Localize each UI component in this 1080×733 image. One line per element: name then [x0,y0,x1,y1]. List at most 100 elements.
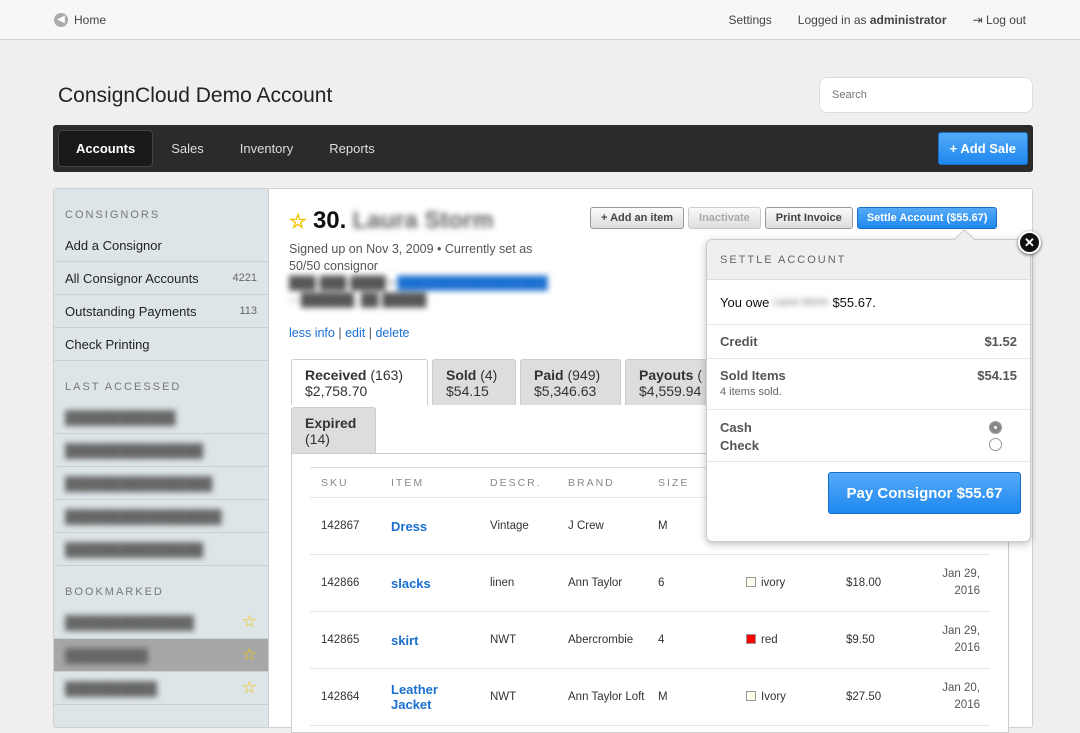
tab-received[interactable]: Received (163) $2,758.70 [291,359,428,405]
recent-account[interactable]: ███████████████ [54,533,268,566]
tab-inventory[interactable]: Inventory [222,130,311,167]
sidebar-item-outstanding[interactable]: Outstanding Payments 113 [54,295,268,328]
bookmark-item[interactable]: ██████████████ ☆ [54,606,268,639]
back-arrow-icon: ◀ [54,12,68,27]
delete-link[interactable]: delete [375,326,409,340]
recent-account[interactable]: █████████████████ [54,500,268,533]
star-icon[interactable]: ☆ [242,612,257,632]
size: M [647,668,735,726]
sidebar: CONSIGNORS Add a Consignor All Consignor… [54,189,269,727]
you-owe-label: You owe [720,294,770,310]
descr: NWT [479,611,557,669]
sku: 142866 [310,554,380,612]
col-descr[interactable]: DESCR. [479,467,557,498]
add-sale-button[interactable]: + Add Sale [937,132,1028,165]
item-link[interactable]: skirt [380,611,479,669]
inactivate-button[interactable]: Inactivate [688,207,761,229]
tab-label: Expired [305,415,357,431]
print-invoice-button[interactable]: Print Invoice [764,207,853,229]
blurred-name: ███████████████ [65,541,204,557]
tab-count: (949) [567,367,601,383]
less-info-link[interactable]: less info [289,326,335,340]
recent-account[interactable]: ███████████████ [54,434,268,467]
blurred-name: ██████████████ [65,614,194,630]
tab-sales[interactable]: Sales [153,130,222,167]
blurred-name: ████████████ [65,409,176,425]
color-label: Ivory [761,691,786,703]
settings-link[interactable]: Settings [728,13,771,27]
color: Ivory [735,668,835,726]
username: administrator [869,12,947,27]
color: red [735,611,835,669]
col-item[interactable]: ITEM [380,467,479,498]
page-title: ConsignCloud Demo Account [58,84,333,107]
recent-account[interactable]: ████████████████ [54,467,268,500]
logged-prefix: Logged in as [797,12,867,27]
consignor-number: 30. [312,207,347,234]
sidebar-item-add-consignor[interactable]: Add a Consignor [54,229,268,262]
brand: Ann Taylor [557,554,647,612]
tab-accounts[interactable]: Accounts [58,130,154,167]
tab-reports[interactable]: Reports [311,130,393,167]
add-item-button[interactable]: + Add an item [590,207,685,229]
bookmark-item[interactable]: █████████ ☆ [54,639,268,672]
date: Jan 20, 2016 [920,668,990,726]
bookmark-item[interactable]: ██████████ ☆ [54,672,268,705]
brand: J Crew [557,497,647,555]
sidebar-item-check-printing[interactable]: Check Printing [54,328,268,361]
star-icon[interactable]: ☆ [242,678,257,698]
pay-consignor-button[interactable]: Pay Consignor $55.67 [828,472,1021,514]
blurred-name: Laura Storm [773,296,829,308]
table-row[interactable]: 142866 slacks linen Ann Taylor 6 ivory $… [310,554,990,612]
sidebar-item-all-accounts[interactable]: All Consignor Accounts 4221 [54,262,268,295]
price: $9.50 [835,611,920,669]
col-brand[interactable]: BRAND [557,467,647,498]
close-icon[interactable]: ✕ [1018,231,1041,254]
item-link[interactable]: Leather Jacket [380,668,479,726]
table-row[interactable]: 142865 skirt NWT Abercrombie 4 red $9.50… [310,611,990,669]
recent-account[interactable]: ████████████ [54,401,268,434]
sku: 142864 [310,668,380,726]
check-radio[interactable] [989,438,1002,451]
cash-radio[interactable] [989,421,1002,434]
size: 6 [647,554,735,612]
count-badge: 4221 [232,272,257,284]
table-row[interactable]: 142864 Leather Jacket NWT Ann Taylor Lof… [310,668,990,726]
search-input[interactable] [819,77,1033,113]
edit-link[interactable]: edit [345,326,365,340]
item-link[interactable]: slacks [380,554,479,612]
tab-count: (14) [305,431,330,447]
color-label: red [761,634,778,646]
tab-count: (4) [480,367,498,383]
home-label: Home [74,12,107,27]
settle-account-popover: SETTLE ACCOUNT You owe Laura Storm $55.67.… [706,239,1031,542]
sidebar-item-label: Add a Consignor [65,237,162,253]
blurred-name: ██████████ [65,680,158,696]
tab-label: Paid [534,367,564,383]
price: $18.00 [835,554,920,612]
sold-note: 4 items sold. [720,386,782,398]
size: 4 [647,611,735,669]
tab-count: (163) [370,367,404,383]
signup-info: Signed up on Nov 3, 2009 • Currently set… [289,242,533,273]
logout-link[interactable]: ⇥ Log out [973,13,1026,27]
tab-count: ( [697,367,703,383]
credit-label: Credit [720,334,758,349]
tab-expired[interactable]: Expired (14) [291,407,376,453]
credit-value: $1.52 [984,334,1017,349]
tab-sold[interactable]: Sold (4) $54.15 [432,359,516,405]
logout-label: Log out [985,12,1026,27]
tab-paid[interactable]: Paid (949) $5,346.63 [520,359,621,405]
star-icon[interactable]: ☆ [242,645,257,665]
top-bar: ◀ Home Settings Logged in as administrato… [0,0,1080,40]
tab-amount: $4,559.94 [639,383,702,399]
tab-payouts[interactable]: Payouts ($4,559.94 [625,359,707,405]
item-link[interactable]: Dress [380,497,479,555]
star-icon[interactable]: ☆ [289,209,307,234]
price: $27.50 [835,668,920,726]
col-sku[interactable]: SKU [310,467,380,498]
settle-account-button[interactable]: Settle Account ($55.67) [856,207,998,229]
home-link[interactable]: ◀ Home [54,12,107,27]
sold-items-label: Sold Items [720,368,786,383]
logged-in-status: Logged in as administrator [798,13,947,27]
